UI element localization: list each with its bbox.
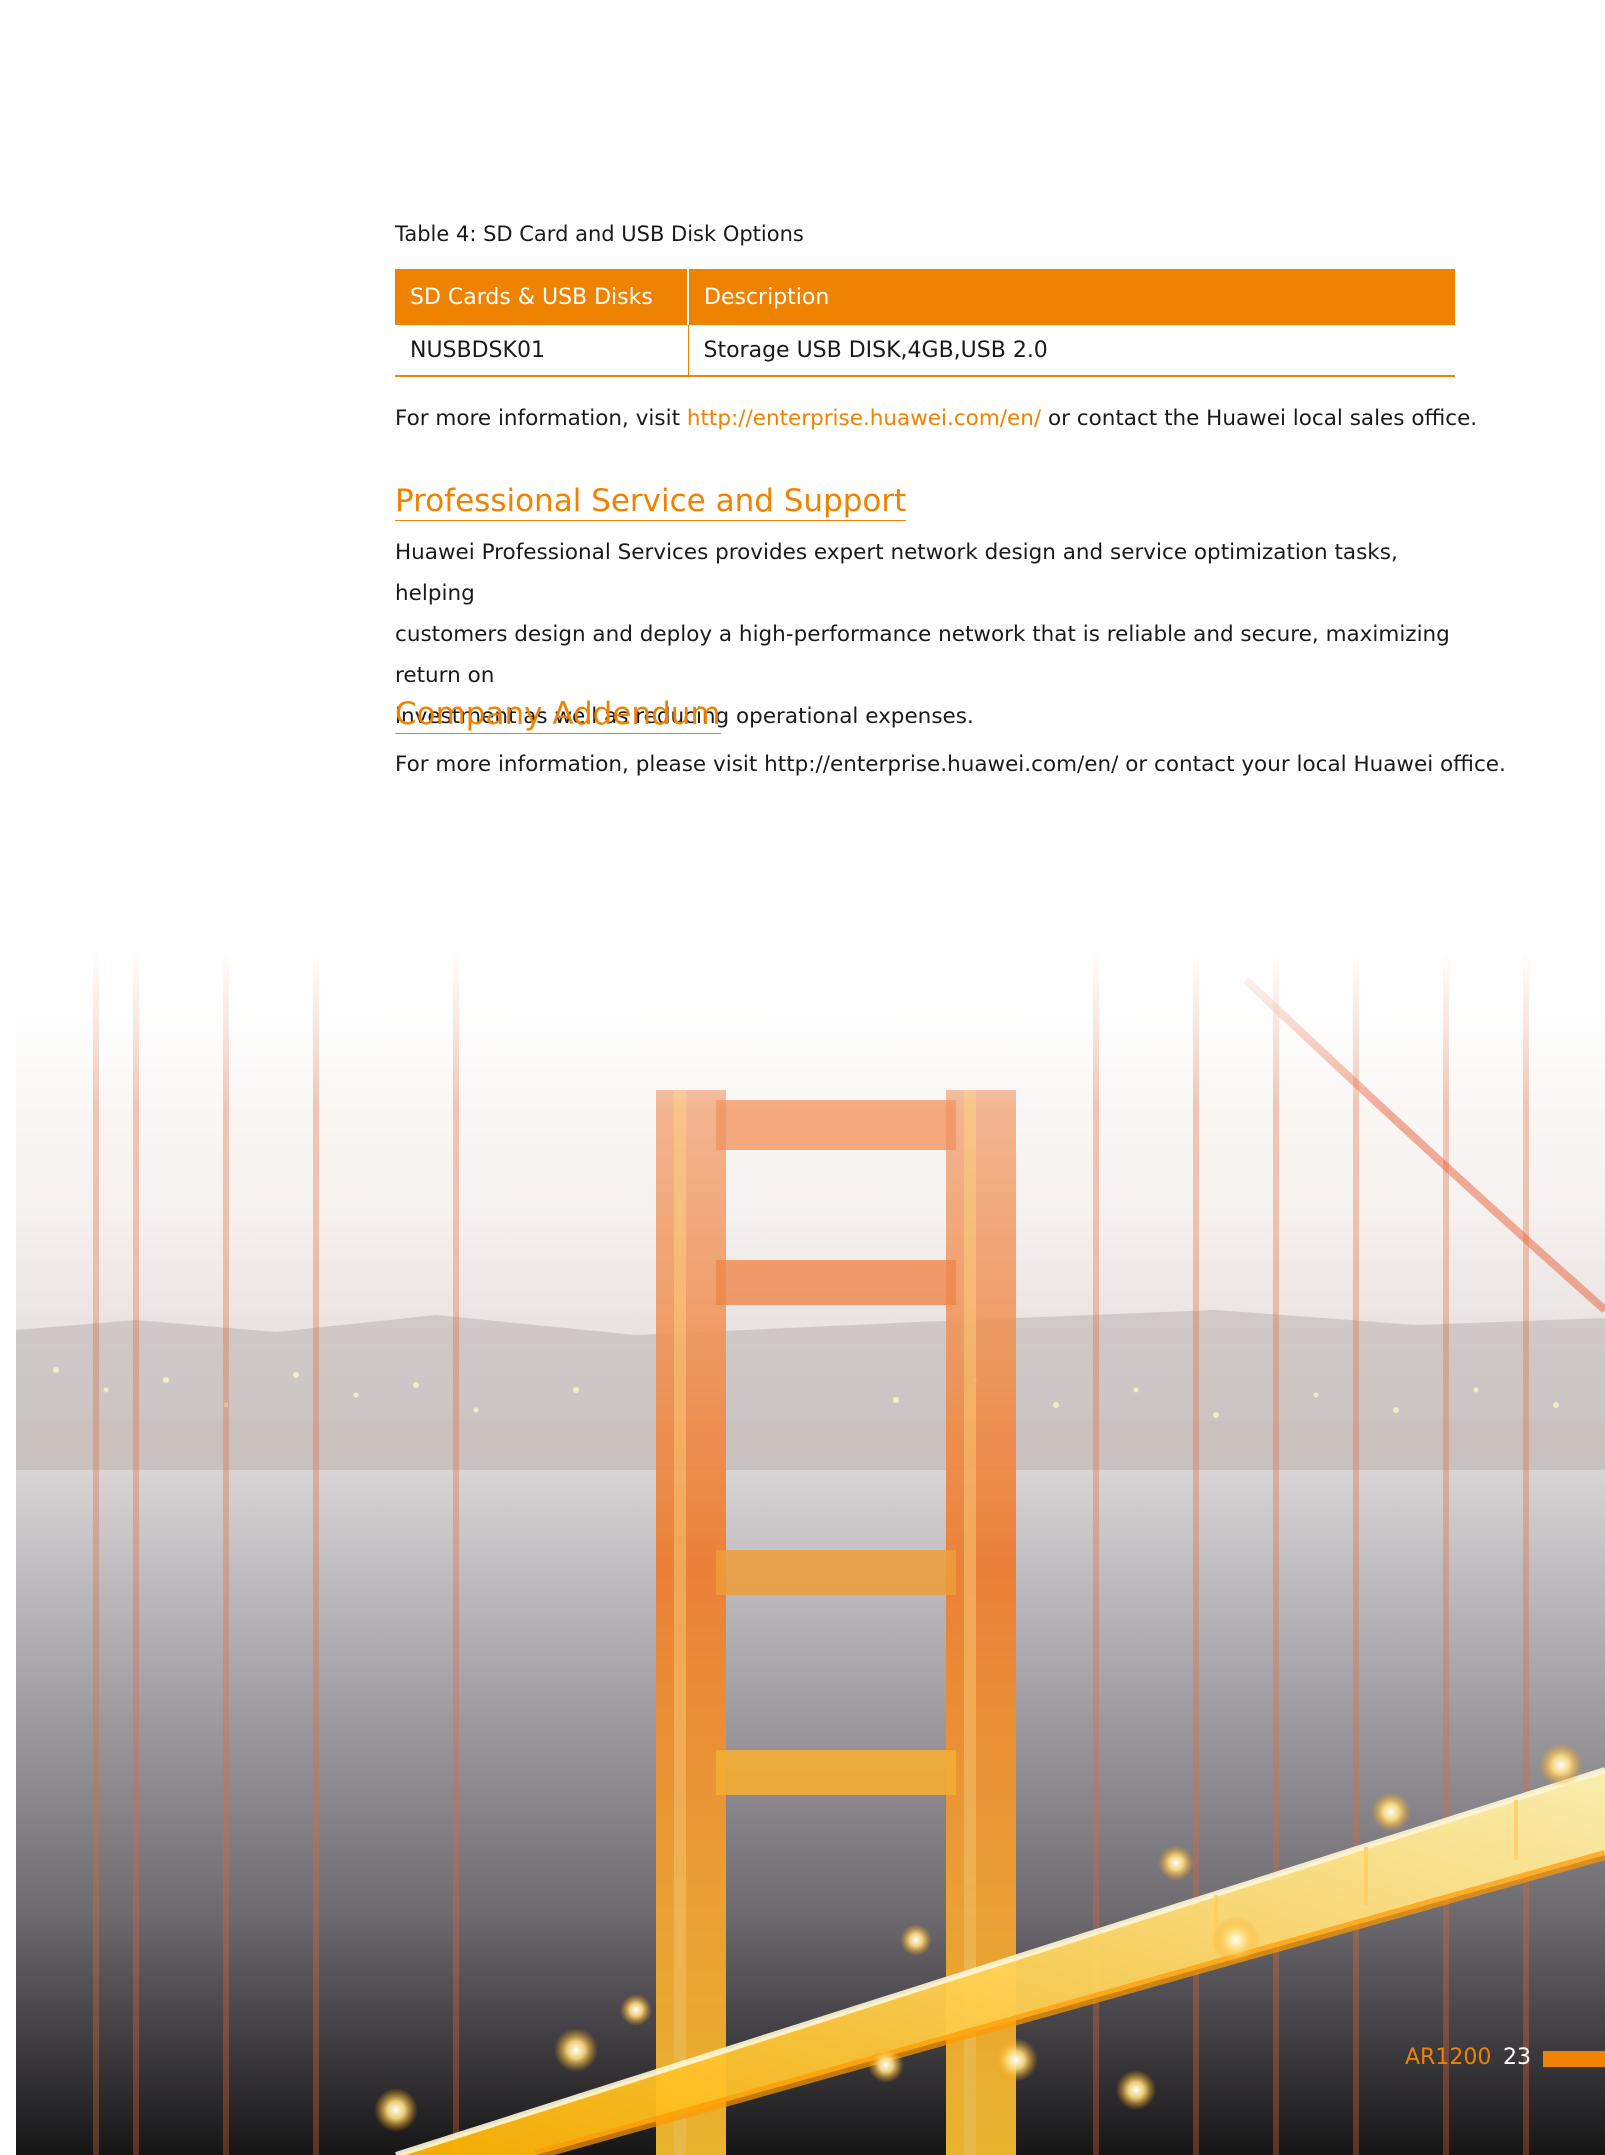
section-heading: Company Addendum [395, 696, 721, 734]
bridge-photo [16, 950, 1605, 2155]
section-body: For more information, please visit http:… [395, 744, 1506, 785]
table-row: NUSBDSK01 Storage USB DISK,4GB,USB 2.0 [395, 325, 1455, 377]
info-line: For more information, visit http://enter… [395, 406, 1477, 431]
table-header-cell: SD Cards & USB Disks [395, 269, 688, 325]
info-suffix: or contact the Huawei local sales office… [1041, 406, 1478, 431]
table-header-row: SD Cards & USB Disks Description [395, 269, 1455, 325]
page-number: 23 [1503, 2045, 1531, 2070]
body-line: For more information, please visit http:… [395, 752, 1506, 777]
footer-model: AR1200 [1405, 2045, 1492, 2070]
section-heading: Professional Service and Support [395, 483, 907, 521]
body-line: customers design and deploy a high-perfo… [395, 622, 1450, 688]
table-cell: NUSBDSK01 [395, 325, 688, 377]
body-line: Huawei Professional Services provides ex… [395, 540, 1398, 606]
info-prefix: For more information, visit [395, 406, 687, 431]
table-header-cell: Description [687, 269, 1455, 325]
options-table: SD Cards & USB Disks Description NUSBDSK… [395, 269, 1455, 377]
footer-accent-bar [1543, 2051, 1605, 2067]
table-cell: Storage USB DISK,4GB,USB 2.0 [687, 325, 1455, 377]
table-caption: Table 4: SD Card and USB Disk Options [395, 222, 804, 246]
enterprise-link[interactable]: http://enterprise.huawei.com/en/ [687, 406, 1041, 431]
